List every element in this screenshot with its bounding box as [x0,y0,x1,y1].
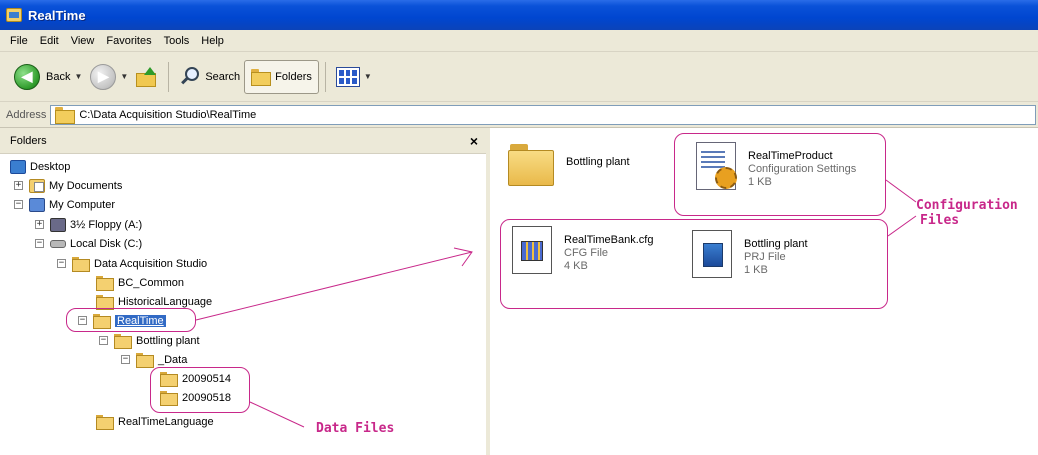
tree-label: Bottling plant [136,334,200,347]
forward-arrow-icon: ▶ [90,63,117,90]
toolbar-separator [324,61,326,92]
address-value: C:\Data Acquisition Studio\RealTime [79,108,257,121]
tree-item-bc-common[interactable]: BC_Common [96,273,184,292]
tree-item-bottling-plant[interactable]: − Bottling plant [99,331,200,350]
annotation-data-files: Data Files [316,421,395,436]
toolbar: ◀ Back ▼ ▶ ▼ Search Folders ▼ [0,52,1038,102]
expand-icon[interactable]: + [14,181,23,190]
back-button[interactable]: ◀ Back ▼ [10,61,86,93]
tree-label: _Data [158,353,188,366]
folder-icon [508,144,554,186]
menu-view[interactable]: View [65,35,101,47]
forward-button[interactable]: ▶ ▼ [86,61,132,93]
my-documents-icon [29,178,45,193]
title-bar: RealTime [0,0,1038,30]
tree-item-desktop[interactable]: Desktop [10,157,70,176]
annotation-config-files: Configuration Files [916,198,1018,228]
tree-label: Local Disk (C:) [70,237,143,250]
collapse-icon[interactable]: − [121,355,130,364]
folder-icon [114,333,132,349]
back-dropdown-icon[interactable]: ▼ [74,72,82,81]
tree-item-my-computer[interactable]: − My Computer [14,195,115,214]
up-folder-icon [136,66,158,87]
folder-app-icon [6,8,22,22]
file-item-bottling-plant-folder[interactable]: Bottling plant [508,144,630,186]
collapse-icon[interactable]: − [57,259,66,268]
address-label: Address [6,108,47,121]
tree-item-my-documents[interactable]: + My Documents [14,176,122,195]
tree-item-local-disk[interactable]: − Local Disk (C:) [35,234,142,253]
file-name: Bottling plant [566,156,630,168]
expand-icon[interactable]: + [35,220,44,229]
address-folder-icon [55,106,76,124]
menu-help[interactable]: Help [195,35,230,47]
address-bar: Address C:\Data Acquisition Studio\RealT… [0,102,1038,128]
views-dropdown-icon[interactable]: ▼ [364,72,372,81]
computer-icon [29,197,45,212]
menu-file[interactable]: File [4,35,34,47]
hard-disk-icon [50,239,66,248]
views-button[interactable]: ▼ [332,61,376,93]
annotation-ring-data-files [150,367,250,413]
tree-label: My Documents [49,179,123,192]
folder-icon [96,414,114,430]
tree-label: My Computer [49,198,116,211]
tree-label: 3½ Floppy (A:) [70,218,143,231]
annotation-ring-realtime [66,308,196,332]
up-button[interactable] [132,61,162,93]
collapse-icon[interactable]: − [35,239,44,248]
folder-icon [72,256,90,272]
tree-item-data-acquisition-studio[interactable]: − Data Acquisition Studio [57,254,207,273]
collapse-icon[interactable]: − [14,200,23,209]
menu-tools[interactable]: Tools [158,35,196,47]
tree-item-floppy[interactable]: + 3½ Floppy (A:) [35,215,142,234]
collapse-icon[interactable]: − [99,336,108,345]
forward-dropdown-icon[interactable]: ▼ [120,72,128,81]
views-icon [335,66,360,87]
folders-label: Folders [275,70,312,83]
search-icon [179,66,201,88]
search-button[interactable]: Search [175,61,244,93]
annotation-config-line1: Configuration [916,198,1018,213]
annotation-ring-config-settings [674,133,886,216]
search-label: Search [205,70,241,83]
tree-label: Desktop [30,160,71,173]
annotation-ring-config-files [500,219,888,309]
window-title: RealTime [28,7,86,23]
menu-edit[interactable]: Edit [34,35,65,47]
toolbar-separator [168,61,170,92]
tree-label: Data Acquisition Studio [94,257,208,270]
folder-icon [136,352,154,368]
floppy-drive-icon [50,217,66,232]
menu-bar: File Edit View Favorites Tools Help [0,30,1038,52]
back-arrow-icon: ◀ [14,63,40,90]
address-input[interactable]: C:\Data Acquisition Studio\RealTime [50,104,1036,125]
folders-button[interactable]: Folders [244,59,319,94]
folder-icon [96,294,114,310]
annotation-config-line2: Files [920,213,960,228]
tree-label: BC_Common [118,276,185,289]
folders-pane-header: Folders × [0,128,486,154]
back-label: Back [46,70,71,83]
folders-icon [251,68,272,86]
desktop-icon [10,159,26,174]
folders-pane-title: Folders [10,134,47,147]
tree-item-realtime-language[interactable]: RealTimeLanguage [96,412,214,431]
tree-label: HistoricalLanguage [118,295,213,308]
close-icon[interactable]: × [470,133,478,149]
menu-favorites[interactable]: Favorites [100,35,157,47]
tree-label: RealTimeLanguage [118,415,214,428]
folder-icon [96,275,114,291]
